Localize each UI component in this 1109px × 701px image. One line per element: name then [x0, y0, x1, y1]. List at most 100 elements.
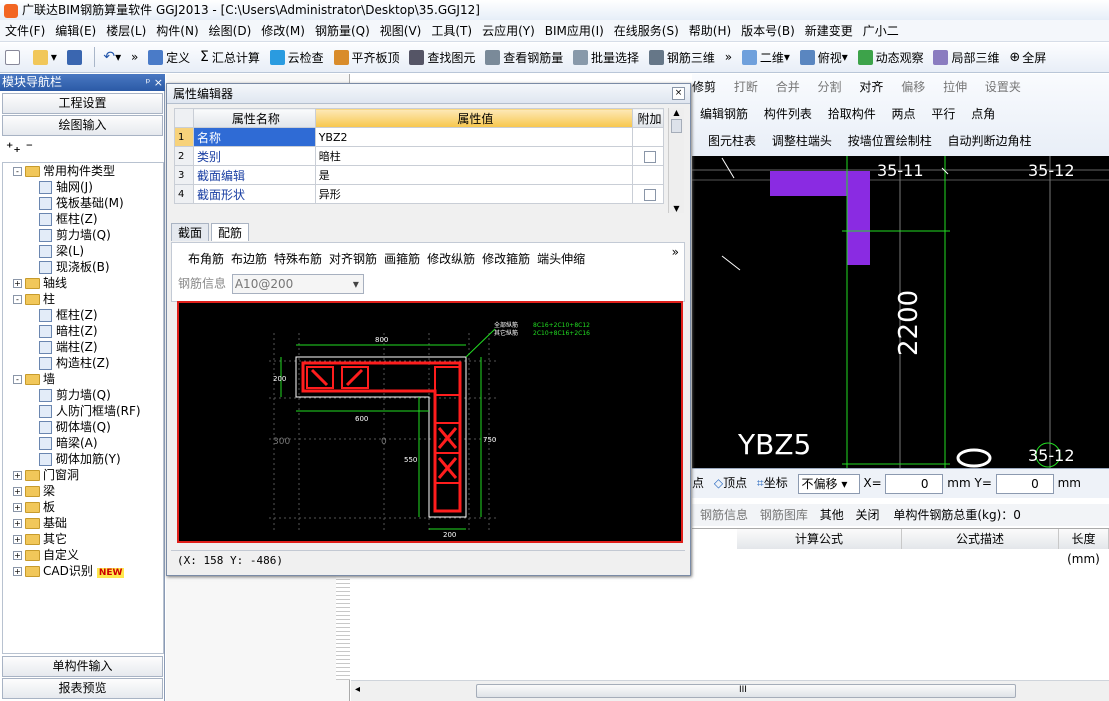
property-scroll-thumb[interactable] [671, 119, 682, 133]
property-value[interactable]: 异形 [314, 184, 634, 204]
y-input[interactable]: 0 [995, 473, 1054, 494]
close-icon[interactable]: × [672, 87, 685, 100]
split-button[interactable]: 分割 [818, 80, 842, 94]
tree-item[interactable]: 砌体加筋(Y) [3, 451, 163, 467]
tab-section[interactable]: 截面 [171, 223, 210, 241]
two-point-button[interactable]: 两点 [892, 107, 916, 121]
expand-icon[interactable]: + [13, 279, 22, 288]
menu-item-7[interactable]: 视图(V) [375, 20, 427, 41]
menu-item-3[interactable]: 构件(N) [151, 20, 203, 41]
toolbar-more-1[interactable]: » [128, 43, 141, 71]
property-row[interactable]: 2 类别 暗柱 [174, 146, 664, 166]
local-3d-button[interactable]: 局部三维 [930, 43, 1002, 71]
pick-component-button[interactable]: 拾取构件 [828, 107, 876, 121]
undo-button[interactable]: ↶ ▾ [100, 43, 124, 71]
menu-item-14[interactable]: 新建变更 [800, 20, 858, 41]
property-scrollbar[interactable]: ▲ ▼ [668, 108, 684, 213]
set-grip-button[interactable]: 设置夹 [985, 80, 1021, 94]
tab-reinforcement[interactable]: 配筋 [211, 223, 250, 241]
tree-item[interactable]: 暗梁(A) [3, 435, 163, 451]
sum-calc-button[interactable]: Σ 汇总计算 [197, 43, 263, 71]
rebar-gallery-button[interactable]: 钢筋图库 [760, 508, 808, 522]
collapse-icon[interactable]: - [13, 295, 22, 304]
tree-item[interactable]: 梁(L) [3, 243, 163, 259]
horizontal-scrollbar[interactable]: ◂ III [351, 680, 1109, 701]
tree-folder[interactable]: + 其它 [3, 531, 163, 547]
menu-item-11[interactable]: 在线服务(S) [609, 20, 684, 41]
view-2d-button[interactable]: 二维 ▾ [739, 43, 793, 71]
nav-pin-close[interactable]: ᵖ × [146, 74, 163, 91]
property-value[interactable]: YBZ2 [314, 127, 634, 147]
tree-folder[interactable]: + 基础 [3, 515, 163, 531]
collapse-icon[interactable]: - [13, 375, 22, 384]
view-rebar-button[interactable]: 查看钢筋量 [482, 43, 566, 71]
property-value[interactable]: 是 [314, 165, 634, 185]
section-drawing-canvas[interactable]: 800 200 600 300 0 550 750 200 全部纵筋 8C16+… [177, 301, 683, 543]
menu-item-8[interactable]: 工具(T) [426, 20, 477, 41]
menu-item-1[interactable]: 编辑(E) [50, 20, 101, 41]
tree-folder[interactable]: + 梁 [3, 483, 163, 499]
snap-vertex-button[interactable]: 顶点 [723, 476, 747, 490]
menu-item-10[interactable]: BIM应用(I) [540, 20, 609, 41]
tree-folder[interactable]: + 轴线 [3, 275, 163, 291]
expand-icon[interactable]: + [13, 567, 22, 576]
scroll-left-arrow[interactable]: ◂ [355, 684, 360, 695]
batch-select-button[interactable]: 批量选择 [570, 43, 642, 71]
tree-folder[interactable]: + 板 [3, 499, 163, 515]
stretch-button[interactable]: 拉伸 [943, 80, 967, 94]
point-angle-button[interactable]: 点角 [971, 107, 995, 121]
component-list-button[interactable]: 构件列表 [764, 107, 812, 121]
tree-item[interactable]: 剪力墙(Q) [3, 227, 163, 243]
element-column-table-button[interactable]: 图元柱表 [692, 134, 756, 148]
scroll-down-arrow[interactable]: ▼ [669, 204, 684, 213]
draw-by-wall-button[interactable]: 按墙位置绘制柱 [848, 134, 932, 148]
rebar-action-5[interactable]: 修改纵筋 [427, 252, 475, 266]
tree-item[interactable]: 剪力墙(Q) [3, 387, 163, 403]
expand-icon[interactable]: + [13, 503, 22, 512]
menu-item-12[interactable]: 帮助(H) [684, 20, 736, 41]
property-row[interactable]: 4 截面形状 异形 [174, 184, 664, 204]
menu-item-4[interactable]: 绘图(D) [204, 20, 257, 41]
property-row[interactable]: 1 名称 YBZ2 [174, 127, 664, 147]
expand-icon[interactable]: + [13, 487, 22, 496]
align-top-button[interactable]: 平齐板顶 [331, 43, 403, 71]
open-button[interactable]: ▾ [30, 43, 60, 71]
menu-item-2[interactable]: 楼层(L) [101, 20, 151, 41]
cloud-check-button[interactable]: 云检查 [267, 43, 327, 71]
drawing-input-button[interactable]: 绘图输入 [2, 115, 163, 136]
snap-point-button[interactable]: 点 [692, 476, 704, 490]
dynamic-view-button[interactable]: 动态观察 [855, 43, 927, 71]
report-preview-button[interactable]: 报表预览 [2, 678, 163, 699]
tree-folder[interactable]: -柱 [3, 291, 163, 307]
x-input[interactable]: 0 [885, 473, 944, 494]
rebar-3d-button[interactable]: 钢筋三维 [646, 43, 718, 71]
toolbar-more-3[interactable]: » [672, 245, 679, 259]
find-element-button[interactable]: 查找图元 [406, 43, 478, 71]
property-value[interactable]: 暗柱 [314, 146, 634, 166]
trim-button[interactable]: 修剪 [692, 80, 716, 94]
tree-item[interactable]: 端柱(Z) [3, 339, 163, 355]
rebar-info-button[interactable]: 钢筋信息 [700, 508, 748, 522]
rebar-action-6[interactable]: 修改箍筋 [482, 252, 530, 266]
toolbar-more-2[interactable]: » [722, 43, 735, 71]
menu-item-5[interactable]: 修改(M) [256, 20, 310, 41]
rebar-action-1[interactable]: 布边筋 [231, 252, 267, 266]
tree-item[interactable]: 构造柱(Z) [3, 355, 163, 371]
tree-item[interactable]: 人防门框墙(RF) [3, 403, 163, 419]
scroll-up-arrow[interactable]: ▲ [669, 108, 684, 117]
menu-item-15[interactable]: 广小二 [858, 20, 904, 41]
rebar-info-select[interactable]: A10@200 [231, 274, 364, 294]
align-button[interactable]: 对齐 [859, 80, 883, 94]
expand-icon[interactable]: + [13, 519, 22, 528]
menu-item-9[interactable]: 云应用(Y) [477, 20, 540, 41]
rebar-action-0[interactable]: 布角筋 [188, 252, 224, 266]
single-input-button[interactable]: 单构件输入 [2, 656, 163, 677]
new-file-button[interactable] [2, 43, 26, 71]
expand-icon[interactable]: + [13, 535, 22, 544]
define-button[interactable]: 定义 [145, 43, 193, 71]
property-row[interactable]: 3 截面编辑是 [174, 165, 664, 185]
tree-folder[interactable]: - 常用构件类型 [3, 163, 163, 179]
expand-icon[interactable]: + [13, 551, 22, 560]
menu-item-6[interactable]: 钢筋量(Q) [310, 20, 375, 41]
adjust-column-end-button[interactable]: 调整柱端头 [772, 134, 832, 148]
